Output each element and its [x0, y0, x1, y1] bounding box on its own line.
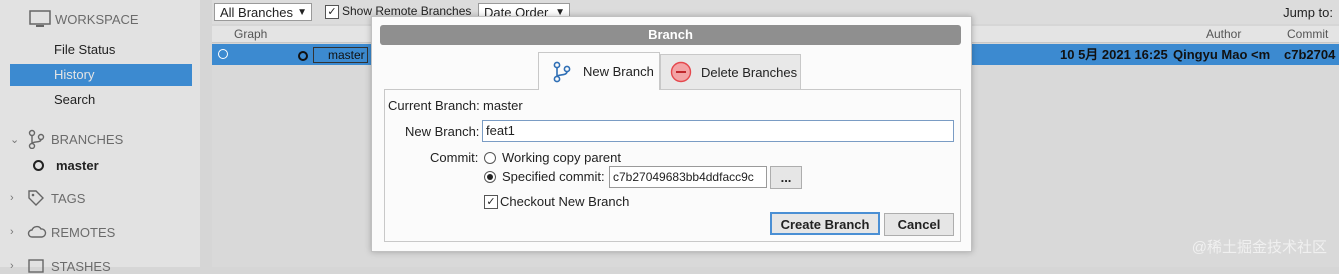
tab-new-branch[interactable]: New Branch: [538, 52, 660, 90]
branches-header[interactable]: ⌄ BRANCHES: [10, 129, 123, 149]
tab-delete-branches-label: Delete Branches: [701, 64, 798, 80]
dialog-title: Branch: [380, 25, 961, 45]
chevron-right-icon[interactable]: ›: [10, 226, 24, 238]
current-branch-value: master: [483, 98, 523, 113]
head-marker-icon: [298, 51, 308, 61]
commit-author: Qingyu Mao <m: [1173, 47, 1271, 62]
new-branch-input[interactable]: feat1: [482, 120, 954, 142]
chevron-right-icon[interactable]: ›: [10, 192, 24, 204]
radio-selected-dot: [487, 174, 493, 180]
working-copy-radio[interactable]: [484, 152, 496, 164]
specified-commit-label: Specified commit:: [502, 169, 605, 184]
commit-label: Commit:: [430, 150, 479, 165]
checkout-checkbox[interactable]: ✓: [484, 195, 498, 209]
stash-icon: [28, 259, 44, 273]
current-branch-label: Current Branch:: [388, 98, 480, 113]
specified-commit-radio[interactable]: [484, 171, 496, 183]
tags-header[interactable]: › TAGS: [10, 189, 85, 207]
checkout-label: Checkout New Branch: [500, 194, 630, 209]
monitor-icon: [29, 10, 51, 27]
column-commit[interactable]: Commit: [1287, 27, 1328, 41]
jump-to-label: Jump to:: [1283, 5, 1333, 20]
branches-label: BRANCHES: [51, 131, 124, 147]
workspace-label: WORKSPACE: [55, 11, 139, 27]
sidebar-item-search[interactable]: Search: [10, 89, 192, 111]
chevron-right-icon[interactable]: ›: [10, 260, 24, 272]
tab-new-branch-label: New Branch: [583, 64, 654, 79]
branch-tag: master: [313, 47, 368, 63]
sidebar-branch-master[interactable]: master: [33, 158, 99, 173]
cancel-button[interactable]: Cancel: [884, 213, 954, 236]
stashes-header[interactable]: › STASHES: [10, 258, 111, 274]
sidebar-item-history[interactable]: History: [10, 64, 192, 86]
column-graph[interactable]: Graph: [234, 27, 267, 41]
tags-label: TAGS: [51, 190, 86, 206]
branches-filter-value: All Branches: [220, 5, 293, 20]
stashes-label: STASHES: [51, 258, 111, 274]
branch-dialog: Branch New Branch Delete Branches Curren…: [371, 16, 972, 252]
column-author[interactable]: Author: [1206, 27, 1241, 41]
graph-node-icon: [218, 49, 228, 59]
show-remote-checkbox[interactable]: ✓: [325, 5, 339, 19]
remotes-header[interactable]: › REMOTES: [10, 224, 115, 240]
new-branch-label: New Branch:: [405, 124, 480, 139]
specified-commit-input[interactable]: c7b27049683bb4ddfacc9c: [609, 166, 767, 188]
commit-hash: c7b2704: [1284, 47, 1336, 62]
branch-icon: [28, 129, 45, 149]
tag-icon: [28, 190, 44, 206]
browse-commit-button[interactable]: ...: [770, 166, 802, 189]
watermark: @稀土掘金技术社区: [1191, 239, 1327, 256]
branch-icon: [553, 61, 571, 82]
chevron-down-icon[interactable]: ⌄: [10, 133, 24, 146]
sidebar-item-file-status[interactable]: File Status: [10, 39, 192, 61]
remotes-label: REMOTES: [51, 224, 116, 240]
workspace-header[interactable]: WORKSPACE: [10, 10, 139, 28]
delete-icon: [670, 61, 692, 83]
branches-filter-select[interactable]: All Branches ▼: [214, 3, 312, 21]
tab-delete-branches[interactable]: Delete Branches: [660, 54, 801, 89]
new-branch-panel: Current Branch: master New Branch: feat1…: [384, 89, 961, 242]
current-branch-dot-icon: [33, 160, 44, 171]
cloud-icon: [27, 225, 47, 238]
commit-date: 10 5月 2021 16:25: [1060, 47, 1168, 62]
chevron-down-icon: ▼: [297, 7, 307, 18]
working-copy-label: Working copy parent: [502, 150, 621, 165]
create-branch-button[interactable]: Create Branch: [770, 212, 880, 235]
sidebar: WORKSPACE File Status History Search ⌄ B…: [0, 0, 200, 274]
branch-name: master: [56, 158, 99, 173]
